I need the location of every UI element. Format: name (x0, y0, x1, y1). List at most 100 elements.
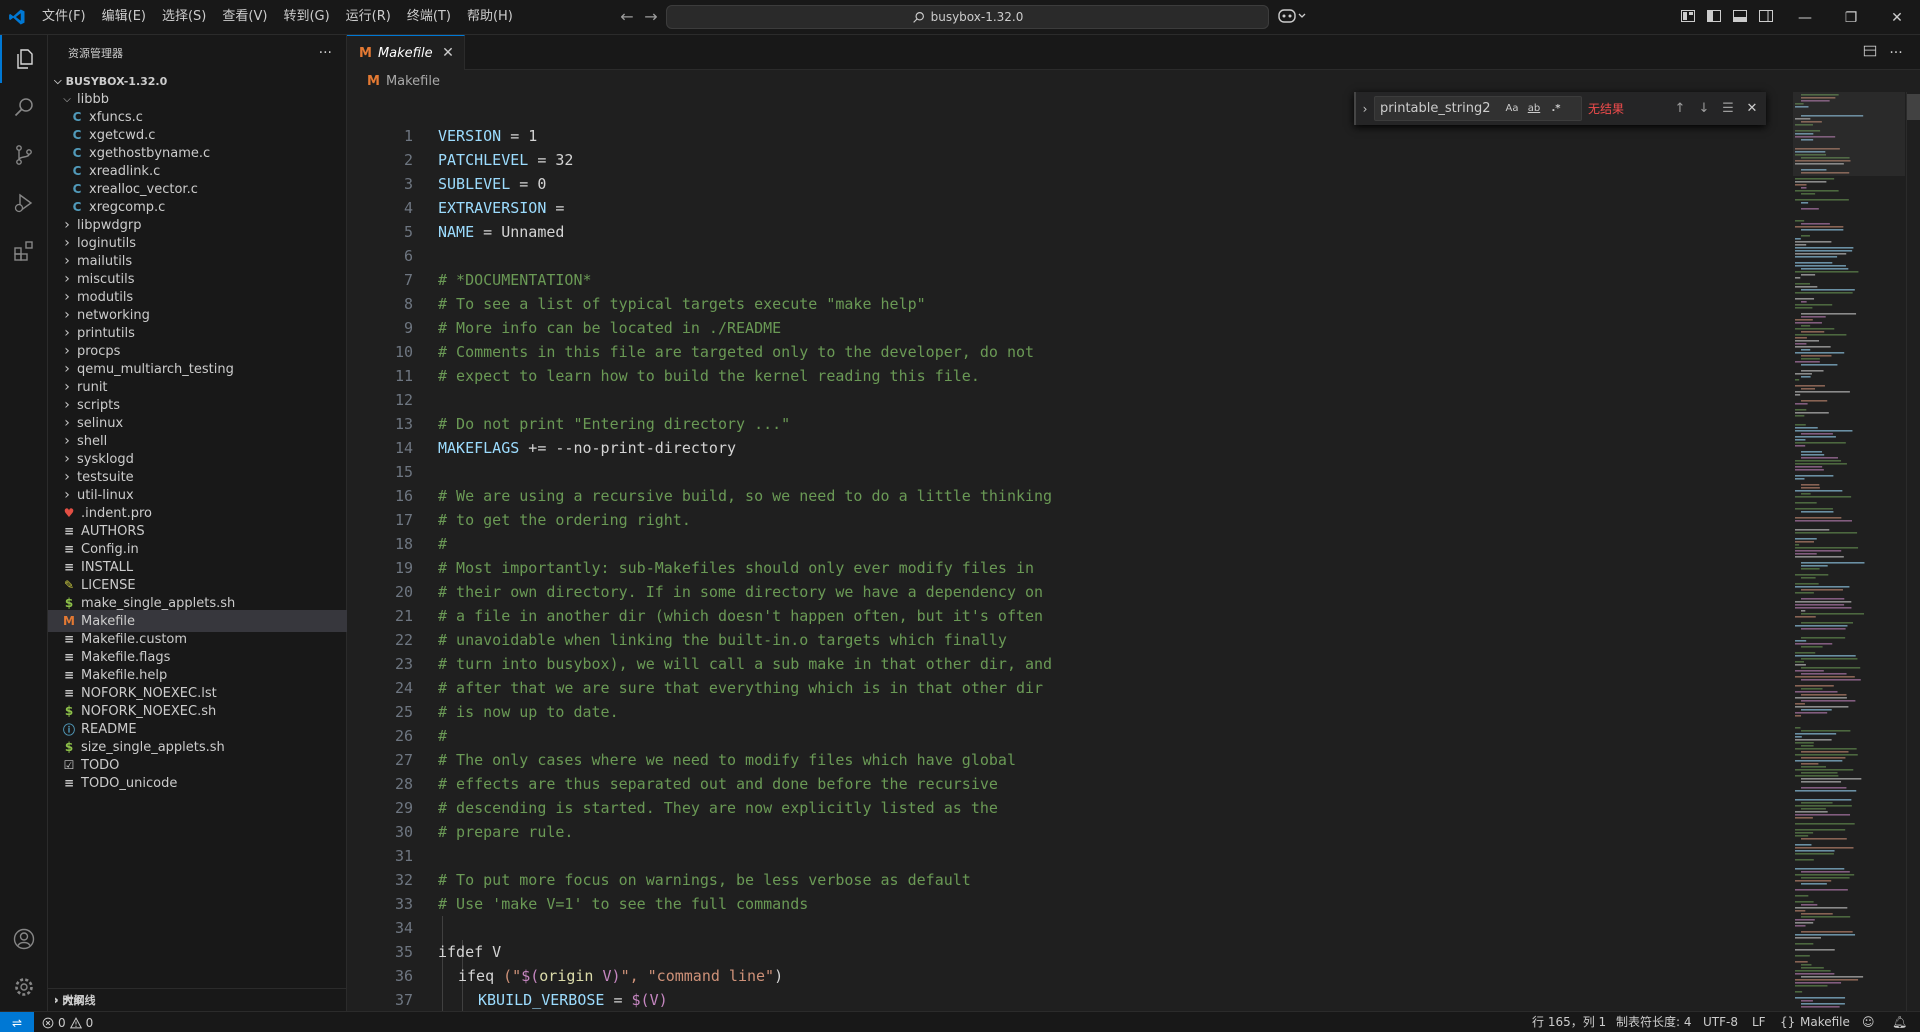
menu-item[interactable]: 终端(T) (399, 4, 459, 30)
tab-makefile[interactable]: M Makefile ✕ (347, 35, 465, 70)
tree-item-label: networking (77, 307, 150, 323)
forward-arrow-icon[interactable]: → (640, 6, 662, 28)
remote-indicator-icon[interactable]: ⇌ (0, 1012, 34, 1032)
scrollbar-thumb[interactable] (1907, 94, 1920, 120)
vertical-scrollbar[interactable] (1906, 92, 1920, 1011)
minimap-line (1795, 949, 1835, 951)
customize-layout-icon[interactable] (1680, 8, 1698, 26)
toggle-replace-chevron-icon[interactable]: › (1356, 102, 1374, 116)
close-window-button[interactable]: ✕ (1874, 0, 1920, 35)
tree-file[interactable]: ≡ TODO_unicode (48, 772, 347, 794)
chevron-right-icon: › (64, 469, 70, 485)
notifications-bell-icon[interactable]: 🔔︎ (1892, 1012, 1907, 1032)
minimap-line (1795, 850, 1835, 852)
toggle-secondary-sidebar-icon[interactable] (1758, 8, 1776, 26)
text-file-icon: ≡ (63, 650, 75, 664)
code-line: # Use 'make V=1' to see the full command… (438, 895, 809, 913)
chevron-down-icon: ⌵ (54, 75, 62, 87)
minimap-slider[interactable] (1793, 92, 1905, 176)
breadcrumb-item[interactable]: Makefile (386, 74, 440, 89)
previous-match-icon[interactable]: ↑ (1668, 99, 1692, 119)
minimap-line (1795, 361, 1820, 363)
source-control-icon[interactable] (0, 131, 48, 179)
minimap[interactable] (1793, 92, 1905, 1011)
tree-item-label: xreadlink.c (89, 163, 161, 179)
tree-item-label: xregcomp.c (89, 199, 166, 215)
shell-file-icon: $ (64, 740, 74, 754)
more-actions-button[interactable]: ··· (319, 45, 332, 61)
command-center-search[interactable]: busybox-1.32.0 (666, 5, 1269, 29)
extensions-icon[interactable] (0, 227, 48, 275)
back-arrow-icon[interactable]: ← (616, 6, 638, 28)
find-input[interactable]: printable_string2 Aa ab .* (1374, 96, 1582, 121)
minimap-line (1795, 727, 1801, 729)
menu-item[interactable]: 帮助(H) (459, 4, 521, 30)
toggle-sidebar-icon[interactable] (1706, 8, 1724, 26)
minimize-button[interactable]: — (1782, 0, 1828, 35)
timeline-section[interactable]: › 时间线 (48, 988, 347, 1011)
minimap-line (1795, 277, 1801, 279)
copilot-icon[interactable] (1278, 7, 1312, 27)
minimap-line (1795, 184, 1807, 186)
minimap-line (1795, 769, 1854, 771)
menu-item[interactable]: 文件(F) (34, 4, 94, 30)
minimap-line (1795, 463, 1847, 465)
regex-icon[interactable]: .* (1547, 101, 1565, 117)
search-icon[interactable] (0, 83, 48, 131)
code-token: ) (774, 967, 784, 985)
tree-item-label: scripts (77, 397, 120, 413)
find-in-selection-icon[interactable]: ☰ (1716, 99, 1740, 119)
minimap-line (1801, 1006, 1840, 1008)
more-editor-actions-icon[interactable]: ··· (1887, 44, 1905, 62)
find-widget: › printable_string2 Aa ab .* 无结果 ↑ ↓ ☰ ✕ (1354, 92, 1766, 125)
settings-gear-icon[interactable] (0, 963, 48, 1011)
minimap-line (1795, 901, 1814, 903)
line-number: 20 (394, 583, 413, 601)
close-tab-icon[interactable]: ✕ (440, 45, 456, 61)
code-editor[interactable]: 1 2 3 4 5 6 7 8 9 10 11 12 13 14 15 16 17 18 19 20 21 22 23 24 2… (347, 92, 1920, 1011)
vscode-window: 文件(F) 编辑(E) 选择(S) 查看(V) 转到(G) 运行(R) 终端(T) 帮助(H)… (0, 0, 1920, 1032)
line-number: 10 (394, 343, 413, 361)
whole-word-icon[interactable]: ab (1525, 101, 1543, 117)
minimap-line (1795, 604, 1845, 606)
line-number: 22 (394, 631, 413, 649)
minimap-line (1801, 331, 1825, 333)
close-find-icon[interactable]: ✕ (1740, 99, 1764, 119)
end-of-line[interactable]: LF (1752, 1012, 1766, 1032)
code-content[interactable]: VERSION = 1 PATCHLEVEL = 32 SUBLEVEL = 0 EX… (438, 124, 1638, 1011)
c-file-icon: C (72, 128, 82, 142)
accounts-icon[interactable] (0, 915, 48, 963)
encoding[interactable]: UTF-8 (1703, 1012, 1738, 1032)
line-number: 7 (403, 271, 413, 289)
menu-item[interactable]: 运行(R) (338, 4, 399, 30)
minimap-line (1795, 541, 1814, 543)
minimap-line (1795, 817, 1813, 819)
menu-item[interactable]: 编辑(E) (94, 4, 154, 30)
toggle-panel-icon[interactable] (1732, 8, 1750, 26)
next-match-icon[interactable]: ↓ (1692, 99, 1716, 119)
workspace-root[interactable]: ⌵ BUSYBOX-1.32.0 (48, 70, 346, 92)
match-case-icon[interactable]: Aa (1503, 101, 1521, 117)
run-debug-icon[interactable] (0, 179, 48, 227)
minimap-line (1795, 241, 1832, 243)
problems-indicator[interactable]: 0 0 (42, 1012, 93, 1032)
tree-item-label: mailutils (77, 253, 133, 269)
cursor-position[interactable]: 行 165，列 1 (1532, 1012, 1606, 1032)
split-editor-icon[interactable] (1861, 44, 1879, 62)
explorer-icon[interactable] (0, 35, 48, 83)
tree-item-label: procps (77, 343, 121, 359)
language-mode[interactable]: Makefile (1800, 1012, 1850, 1032)
restore-button[interactable]: ❐ (1828, 0, 1874, 35)
menu-item[interactable]: 选择(S) (154, 4, 214, 30)
tab-size[interactable]: 制表符长度: 4 (1616, 1012, 1692, 1032)
menu-item[interactable]: 转到(G) (275, 4, 337, 30)
vscode-logo-icon[interactable] (0, 0, 34, 35)
minimap-line (1795, 262, 1833, 264)
minimap-line (1795, 670, 1824, 672)
menu-item[interactable]: 查看(V) (214, 4, 275, 30)
minimap-line (1801, 772, 1838, 774)
line-number: 35 (394, 943, 413, 961)
minimap-line (1801, 709, 1832, 711)
copilot-status-icon[interactable]: ☺ (1862, 1012, 1875, 1032)
minimap-line (1795, 811, 1828, 813)
